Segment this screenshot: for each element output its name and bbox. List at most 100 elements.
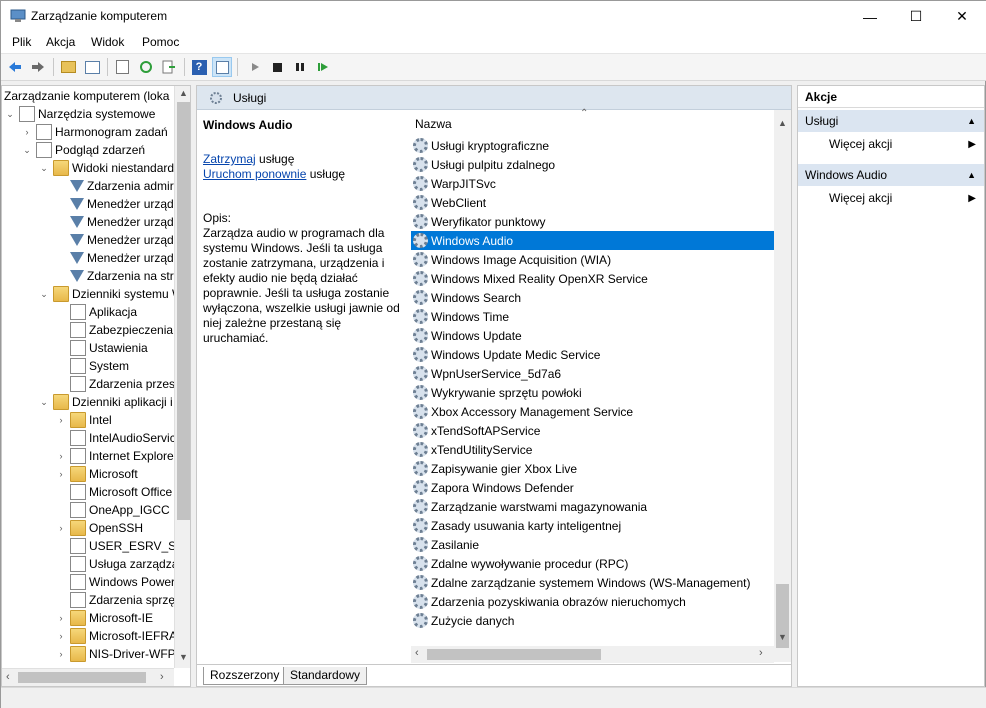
tree-vertical-scrollbar[interactable]: ▲ ▼: [174, 86, 190, 668]
expanded-chevron-icon[interactable]: ⌄: [39, 289, 49, 300]
more-actions-windows-audio[interactable]: Więcej akcji ▶: [798, 188, 984, 208]
tree-item[interactable]: ⌄ Narzędzia systemowe: [5, 105, 155, 123]
tree-root[interactable]: Zarządzanie komputerem (loka: [4, 87, 169, 105]
tree-item[interactable]: Menedżer urząd: [56, 249, 174, 267]
tree-item[interactable]: OneApp_IGCC: [56, 501, 170, 519]
tree-item[interactable]: ⌄ Dzienniki aplikacji i: [39, 393, 173, 411]
scroll-up-icon[interactable]: ▲: [179, 88, 188, 98]
show-hide-tree-icon[interactable]: [82, 57, 102, 77]
collapse-icon[interactable]: ▲: [967, 170, 976, 180]
tree-item[interactable]: USER_ESRV_SVC: [56, 537, 190, 555]
service-row[interactable]: Weryfikator punktowy: [411, 212, 775, 231]
minimize-button[interactable]: —: [847, 1, 893, 32]
tree-item[interactable]: › Intel: [56, 411, 112, 429]
scroll-right-icon[interactable]: ›: [160, 671, 164, 683]
tab-extended[interactable]: Rozszerzony: [203, 667, 287, 685]
expanded-chevron-icon[interactable]: ⌄: [22, 145, 32, 156]
tree-item[interactable]: ⌄ Dzienniki systemu W: [39, 285, 183, 303]
restart-service-link[interactable]: Uruchom ponownie: [203, 167, 306, 181]
collapsed-chevron-icon[interactable]: ›: [56, 469, 66, 479]
export-list-icon[interactable]: [159, 57, 179, 77]
tree-item[interactable]: Zdarzenia przesy: [56, 375, 181, 393]
service-row[interactable]: Windows Mixed Reality OpenXR Service: [411, 269, 775, 288]
help-icon[interactable]: ?: [189, 57, 209, 77]
refresh-icon[interactable]: [136, 57, 156, 77]
tree-horizontal-scrollbar[interactable]: ‹ ›: [2, 668, 174, 686]
close-button[interactable]: ✕: [939, 1, 985, 32]
service-row[interactable]: Zużycie danych: [411, 611, 775, 630]
tree-item[interactable]: › Harmonogram zadań: [22, 123, 168, 141]
tree-item[interactable]: Menedżer urząd: [56, 213, 174, 231]
tree-item[interactable]: › OpenSSH: [56, 519, 143, 537]
collapsed-chevron-icon[interactable]: ›: [56, 415, 66, 425]
scroll-right-icon[interactable]: ›: [759, 647, 763, 659]
service-row[interactable]: WebClient: [411, 193, 775, 212]
scroll-left-icon[interactable]: ‹: [415, 647, 419, 659]
actions-section-windows-audio[interactable]: Windows Audio ▲: [798, 164, 984, 186]
stop-service-icon[interactable]: [267, 57, 287, 77]
tree-item[interactable]: Zdarzenia admir: [56, 177, 174, 195]
service-row[interactable]: Windows Update: [411, 326, 775, 345]
back-icon[interactable]: [5, 57, 25, 77]
service-row[interactable]: Windows Image Acquisition (WIA): [411, 250, 775, 269]
tree-item[interactable]: › Microsoft-IE: [56, 609, 153, 627]
menu-view[interactable]: Widok: [91, 35, 124, 49]
services-vertical-scrollbar[interactable]: ▲ ▼: [774, 110, 791, 662]
service-row[interactable]: Windows Audio: [411, 231, 775, 250]
service-row[interactable]: Zdalne zarządzanie systemem Windows (WS-…: [411, 573, 775, 592]
action-pane-icon[interactable]: [212, 57, 232, 77]
service-row[interactable]: Xbox Accessory Management Service: [411, 402, 775, 421]
tree-item[interactable]: Menedżer urząd: [56, 195, 174, 213]
service-row[interactable]: Zdalne wywoływanie procedur (RPC): [411, 554, 775, 573]
service-row[interactable]: Zapora Windows Defender: [411, 478, 775, 497]
menu-file[interactable]: Plik: [12, 35, 31, 49]
service-row[interactable]: Windows Update Medic Service: [411, 345, 775, 364]
scroll-left-icon[interactable]: ‹: [6, 671, 10, 683]
service-row[interactable]: WpnUserService_5d7a6: [411, 364, 775, 383]
tree-item[interactable]: Zdarzenia na str: [56, 267, 174, 285]
tree-item[interactable]: Usługa zarządza: [56, 555, 178, 573]
tree-item[interactable]: Zabezpieczenia: [56, 321, 173, 339]
tree-item[interactable]: Ustawienia: [56, 339, 148, 357]
service-row[interactable]: Zasady usuwania karty inteligentnej: [411, 516, 775, 535]
scroll-down-icon[interactable]: ▼: [179, 652, 188, 662]
collapse-icon[interactable]: ▲: [967, 116, 976, 126]
tree-item[interactable]: ⌄ Widoki niestandard: [39, 159, 174, 177]
expanded-chevron-icon[interactable]: ⌄: [39, 397, 49, 408]
collapsed-chevron-icon[interactable]: ›: [56, 631, 66, 641]
start-service-icon[interactable]: [245, 57, 265, 77]
service-row[interactable]: Windows Search: [411, 288, 775, 307]
scroll-up-icon[interactable]: ▲: [778, 118, 787, 128]
tree-item[interactable]: System: [56, 357, 129, 375]
scroll-down-icon[interactable]: ▼: [778, 632, 787, 642]
menu-help[interactable]: Pomoc: [142, 35, 179, 49]
service-row[interactable]: Zarządzanie warstwami magazynowania: [411, 497, 775, 516]
properties-icon[interactable]: [112, 57, 132, 77]
pause-service-icon[interactable]: [290, 57, 310, 77]
tree-item[interactable]: Aplikacja: [56, 303, 137, 321]
tree-item[interactable]: › Microsoft: [56, 465, 138, 483]
tree-item[interactable]: › Internet Explore: [56, 447, 174, 465]
expanded-chevron-icon[interactable]: ⌄: [39, 163, 49, 174]
forward-icon[interactable]: [28, 57, 48, 77]
service-row[interactable]: Zasilanie: [411, 535, 775, 554]
collapsed-chevron-icon[interactable]: ›: [56, 523, 66, 533]
expanded-chevron-icon[interactable]: ⌄: [5, 109, 15, 120]
service-row[interactable]: xTendSoftAPService: [411, 421, 775, 440]
tree-item[interactable]: › NIS-Driver-WFP: [56, 645, 176, 663]
service-row[interactable]: Zapisywanie gier Xbox Live: [411, 459, 775, 478]
tree-item[interactable]: IntelAudioServic: [56, 429, 176, 447]
service-row[interactable]: Usługi kryptograficzne: [411, 136, 775, 155]
stop-service-link[interactable]: Zatrzymaj: [203, 152, 256, 166]
actions-section-services[interactable]: Usługi ▲: [798, 110, 984, 132]
service-row[interactable]: Windows Time: [411, 307, 775, 326]
collapsed-chevron-icon[interactable]: ›: [56, 649, 66, 659]
tree-item[interactable]: Zdarzenia sprzęt: [56, 591, 178, 609]
tree-item[interactable]: Microsoft Office: [56, 483, 172, 501]
menu-action[interactable]: Akcja: [46, 35, 75, 49]
more-actions-services[interactable]: Więcej akcji ▶: [798, 134, 984, 154]
services-horizontal-scrollbar[interactable]: ‹ ›: [411, 646, 774, 663]
maximize-button[interactable]: ☐: [893, 1, 939, 32]
service-row[interactable]: WarpJITSvc: [411, 174, 775, 193]
tab-standard[interactable]: Standardowy: [283, 667, 368, 685]
